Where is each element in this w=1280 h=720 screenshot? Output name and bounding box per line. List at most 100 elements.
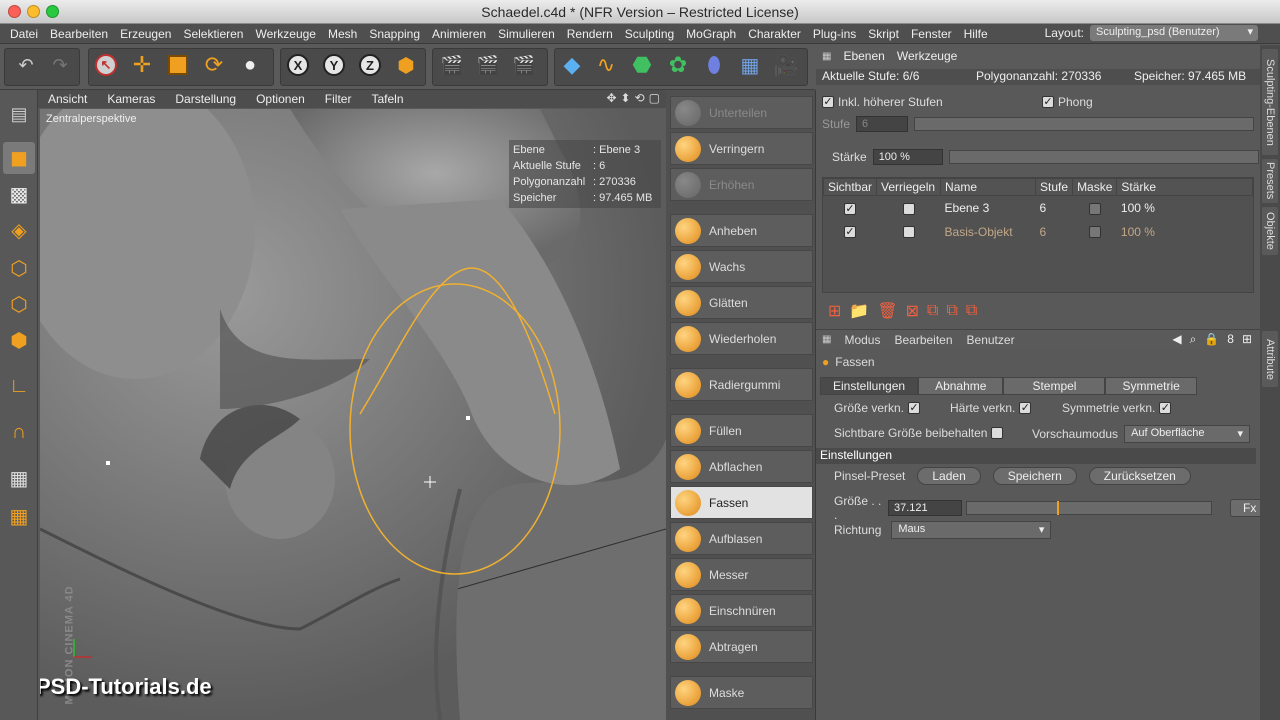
- link-icon[interactable]: 8: [1227, 332, 1234, 347]
- redo-icon[interactable]: ↷: [46, 51, 74, 79]
- lock-icon[interactable]: 🔒: [1204, 332, 1219, 347]
- environment-icon[interactable]: ▦: [736, 51, 764, 79]
- brush-maske[interactable]: Maske: [670, 676, 813, 709]
- render-picture-viewer-icon[interactable]: 🎬: [474, 51, 502, 79]
- stufe-field[interactable]: 6: [856, 116, 909, 132]
- camera-icon[interactable]: 🎥: [772, 51, 800, 79]
- search-icon[interactable]: ⌕: [1190, 332, 1197, 347]
- menu-mesh[interactable]: Mesh: [322, 27, 363, 41]
- grid-icon[interactable]: ▦: [3, 500, 35, 532]
- select-icon[interactable]: ↖: [92, 51, 120, 79]
- attr-menu-bearbeiten[interactable]: Bearbeiten: [887, 333, 959, 347]
- menu-animieren[interactable]: Animieren: [426, 27, 492, 41]
- array-icon[interactable]: ✿: [664, 51, 692, 79]
- menu-selektieren[interactable]: Selektieren: [177, 27, 249, 41]
- layer-lock-checkbox[interactable]: [902, 202, 915, 215]
- z-axis-icon[interactable]: Z: [356, 51, 384, 79]
- groesse-slider-knob[interactable]: [1057, 501, 1060, 515]
- rotate-icon[interactable]: ⟳: [200, 51, 228, 79]
- menu-charakter[interactable]: Charakter: [742, 27, 807, 41]
- layer-visible-checkbox[interactable]: ✓: [844, 202, 857, 215]
- col-name[interactable]: Name: [940, 178, 1037, 196]
- coordinate-system-icon[interactable]: ⬢: [392, 51, 420, 79]
- menu-datei[interactable]: Datei: [4, 27, 44, 41]
- texture-mode-icon[interactable]: ▩: [3, 178, 35, 210]
- subtab-einstellungen[interactable]: Einstellungen: [820, 377, 919, 395]
- layer-name[interactable]: Basis-Objekt: [941, 220, 1036, 244]
- col-stufe[interactable]: Stufe: [1035, 178, 1074, 196]
- menu-rendern[interactable]: Rendern: [561, 27, 619, 41]
- sidetab-sculpting-ebenen[interactable]: Sculpting-Ebenen: [1262, 49, 1278, 155]
- orbit-icon[interactable]: ⟲: [635, 91, 645, 105]
- tab-werkzeuge[interactable]: Werkzeuge: [891, 49, 963, 63]
- spline-icon[interactable]: ∿: [592, 51, 620, 79]
- layer-row[interactable]: ✓ Basis-Objekt 6 100 %: [824, 220, 1253, 244]
- layout-select[interactable]: Sculpting_psd (Benutzer): [1090, 25, 1258, 41]
- menu-werkzeuge[interactable]: Werkzeuge: [249, 27, 321, 41]
- viewport-menu-optionen[interactable]: Optionen: [246, 92, 315, 106]
- render-view-icon[interactable]: 🎬: [438, 51, 466, 79]
- live-select-icon[interactable]: ●: [236, 51, 264, 79]
- groesse-slider[interactable]: [966, 501, 1212, 515]
- layer-row[interactable]: ✓ Ebene 3 6 100 %: [824, 196, 1253, 220]
- layer-name[interactable]: Ebene 3: [941, 196, 1036, 220]
- maximize-view-icon[interactable]: ▢: [649, 91, 660, 105]
- attr-menu-modus[interactable]: Modus: [837, 333, 887, 347]
- viewport-menu-darstellung[interactable]: Darstellung: [165, 92, 246, 106]
- merge-layer-icon[interactable]: ⧉: [966, 302, 977, 320]
- menu-erzeugen[interactable]: Erzeugen: [114, 27, 177, 41]
- layer-visible-checkbox[interactable]: ✓: [844, 226, 857, 239]
- menu-mograph[interactable]: MoGraph: [680, 27, 742, 41]
- scale-icon[interactable]: [164, 51, 192, 79]
- viewport-menu-ansicht[interactable]: Ansicht: [38, 92, 97, 106]
- brush-glätten[interactable]: Glätten: [670, 286, 813, 319]
- points-mode-icon[interactable]: ⬡: [3, 252, 35, 284]
- subtab-stempel[interactable]: Stempel: [1003, 377, 1106, 395]
- brush-abflachen[interactable]: Abflachen: [670, 450, 813, 483]
- stufe-slider[interactable]: [914, 117, 1255, 131]
- brush-einschnüren[interactable]: Einschnüren: [670, 594, 813, 627]
- col-sichtbar[interactable]: Sichtbar: [822, 178, 878, 196]
- brush-aufblasen[interactable]: Aufblasen: [670, 522, 813, 555]
- move-icon[interactable]: ✛: [128, 51, 156, 79]
- laden-button[interactable]: Laden: [917, 467, 981, 485]
- groesse-field[interactable]: 37.121: [888, 500, 962, 516]
- viewport-menu-filter[interactable]: Filter: [315, 92, 362, 106]
- brush-füllen[interactable]: Füllen: [670, 414, 813, 447]
- col-maske[interactable]: Maske: [1072, 178, 1118, 196]
- layer-mask-checkbox[interactable]: [1088, 202, 1101, 215]
- paste-layer-icon[interactable]: ⧉: [946, 302, 957, 320]
- zuruecksetzen-button[interactable]: Zurücksetzen: [1088, 467, 1191, 485]
- col-verriegeln[interactable]: Verriegeln: [876, 178, 942, 196]
- brush-verringern[interactable]: Verringern: [670, 132, 813, 165]
- richtung-dropdown[interactable]: Maus: [891, 521, 1052, 539]
- phong-checkbox[interactable]: ✓: [1042, 96, 1054, 108]
- sidetab-objekte[interactable]: Objekte: [1262, 207, 1278, 255]
- y-axis-icon[interactable]: Y: [320, 51, 348, 79]
- vorschau-dropdown[interactable]: Auf Oberfläche: [1124, 425, 1251, 443]
- subtab-symmetrie[interactable]: Symmetrie: [1105, 377, 1197, 395]
- menu-skript[interactable]: Skript: [862, 27, 905, 41]
- attr-menu-benutzer[interactable]: Benutzer: [960, 333, 1022, 347]
- symmetrie-verkn-checkbox[interactable]: ✓: [1159, 402, 1172, 414]
- new-folder-icon[interactable]: 📁: [849, 301, 869, 321]
- layer-mask-checkbox[interactable]: [1088, 226, 1101, 239]
- render-settings-icon[interactable]: 🎬: [510, 51, 538, 79]
- axis-mode-icon[interactable]: ∟: [3, 370, 35, 402]
- layer-lock-checkbox[interactable]: [902, 226, 915, 239]
- tab-ebenen[interactable]: Ebenen: [837, 49, 890, 63]
- pan-icon[interactable]: ✥: [606, 91, 616, 105]
- inkl-checkbox[interactable]: ✓: [822, 96, 834, 108]
- sichtbare-groesse-checkbox[interactable]: [991, 427, 1004, 439]
- brush-messer[interactable]: Messer: [670, 558, 813, 591]
- menu-snapping[interactable]: Snapping: [363, 27, 426, 41]
- menu-bearbeiten[interactable]: Bearbeiten: [44, 27, 114, 41]
- viewport-menu-tafeln[interactable]: Tafeln: [361, 92, 413, 106]
- deformer-icon[interactable]: ⬮: [700, 51, 728, 79]
- speichern-button[interactable]: Speichern: [992, 467, 1077, 485]
- copy-layer-icon[interactable]: ⧉: [927, 302, 938, 320]
- brush-abtragen[interactable]: Abtragen: [670, 630, 813, 663]
- snap-icon[interactable]: ∩: [3, 416, 35, 448]
- subdivision-icon[interactable]: ⬣: [628, 51, 656, 79]
- make-editable-icon[interactable]: ▤: [3, 98, 35, 130]
